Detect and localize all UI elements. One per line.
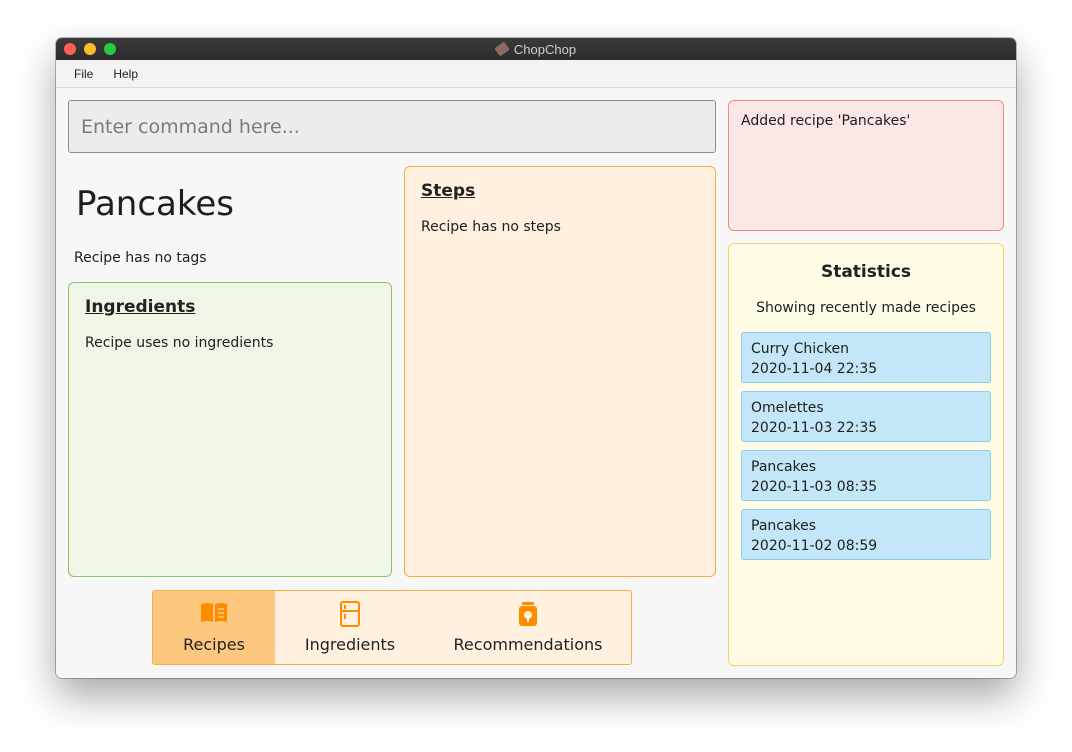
stat-timestamp: 2020-11-03 22:35: [751, 420, 878, 436]
tab-recipes-label: Recipes: [183, 635, 245, 654]
steps-heading: Steps: [421, 181, 476, 201]
menu-file[interactable]: File: [74, 67, 93, 81]
tab-bar: Recipes Ingredients Recommendations: [152, 590, 632, 665]
ingredients-text: Recipe uses no ingredients: [85, 335, 274, 351]
title-wrap: ChopChop: [56, 38, 1016, 60]
tab-recipes[interactable]: Recipes: [153, 591, 275, 664]
command-input[interactable]: [68, 100, 716, 153]
tab-ingredients[interactable]: Ingredients: [275, 591, 425, 664]
stat-timestamp: 2020-11-03 08:35: [751, 479, 878, 495]
menu-bar: File Help: [56, 60, 1016, 88]
ingredients-heading: Ingredients: [85, 297, 196, 317]
stat-timestamp: 2020-11-04 22:35: [751, 361, 878, 377]
tab-ingredients-label: Ingredients: [304, 635, 396, 654]
tab-recommendations[interactable]: Recommendations: [425, 591, 631, 664]
jar-icon: [517, 601, 539, 631]
stat-timestamp: 2020-11-02 08:59: [751, 538, 878, 554]
window-title: ChopChop: [513, 41, 577, 57]
fridge-icon: [339, 601, 361, 631]
statistics-list: Curry Chicken 2020-11-04 22:35 Omelettes…: [741, 332, 991, 568]
stat-recipe-name: Curry Chicken: [751, 341, 849, 357]
statistics-title: Statistics: [820, 262, 912, 282]
result-display: Added recipe 'Pancakes': [728, 100, 1004, 231]
tab-recommendations-label: Recommendations: [453, 635, 603, 654]
app-logo-icon: [494, 41, 510, 57]
stat-recipe-name: Pancakes: [751, 518, 817, 534]
statistics-panel: Statistics Showing recently made recipes…: [728, 243, 1004, 666]
app-window: ChopChop File Help Pancakes Recipe has n…: [56, 38, 1016, 678]
book-icon: [199, 601, 229, 629]
steps-text: Recipe has no steps: [421, 219, 561, 235]
stat-recipe-name: Omelettes: [751, 400, 824, 416]
recipe-tags: Recipe has no tags: [74, 250, 207, 266]
title-bar: ChopChop: [56, 38, 1016, 60]
list-item[interactable]: Pancakes 2020-11-02 08:59: [741, 509, 991, 560]
list-item[interactable]: Omelettes 2020-11-03 22:35: [741, 391, 991, 442]
ingredients-panel: Ingredients Recipe uses no ingredients: [68, 282, 392, 577]
list-item[interactable]: Pancakes 2020-11-03 08:35: [741, 450, 991, 501]
list-item[interactable]: Curry Chicken 2020-11-04 22:35: [741, 332, 991, 383]
stat-recipe-name: Pancakes: [751, 459, 817, 475]
menu-help[interactable]: Help: [113, 67, 138, 81]
statistics-subtitle: Showing recently made recipes: [756, 300, 976, 316]
result-message: Added recipe 'Pancakes': [741, 113, 911, 129]
steps-panel: Steps Recipe has no steps: [404, 166, 716, 577]
recipe-title: Pancakes: [76, 184, 234, 224]
